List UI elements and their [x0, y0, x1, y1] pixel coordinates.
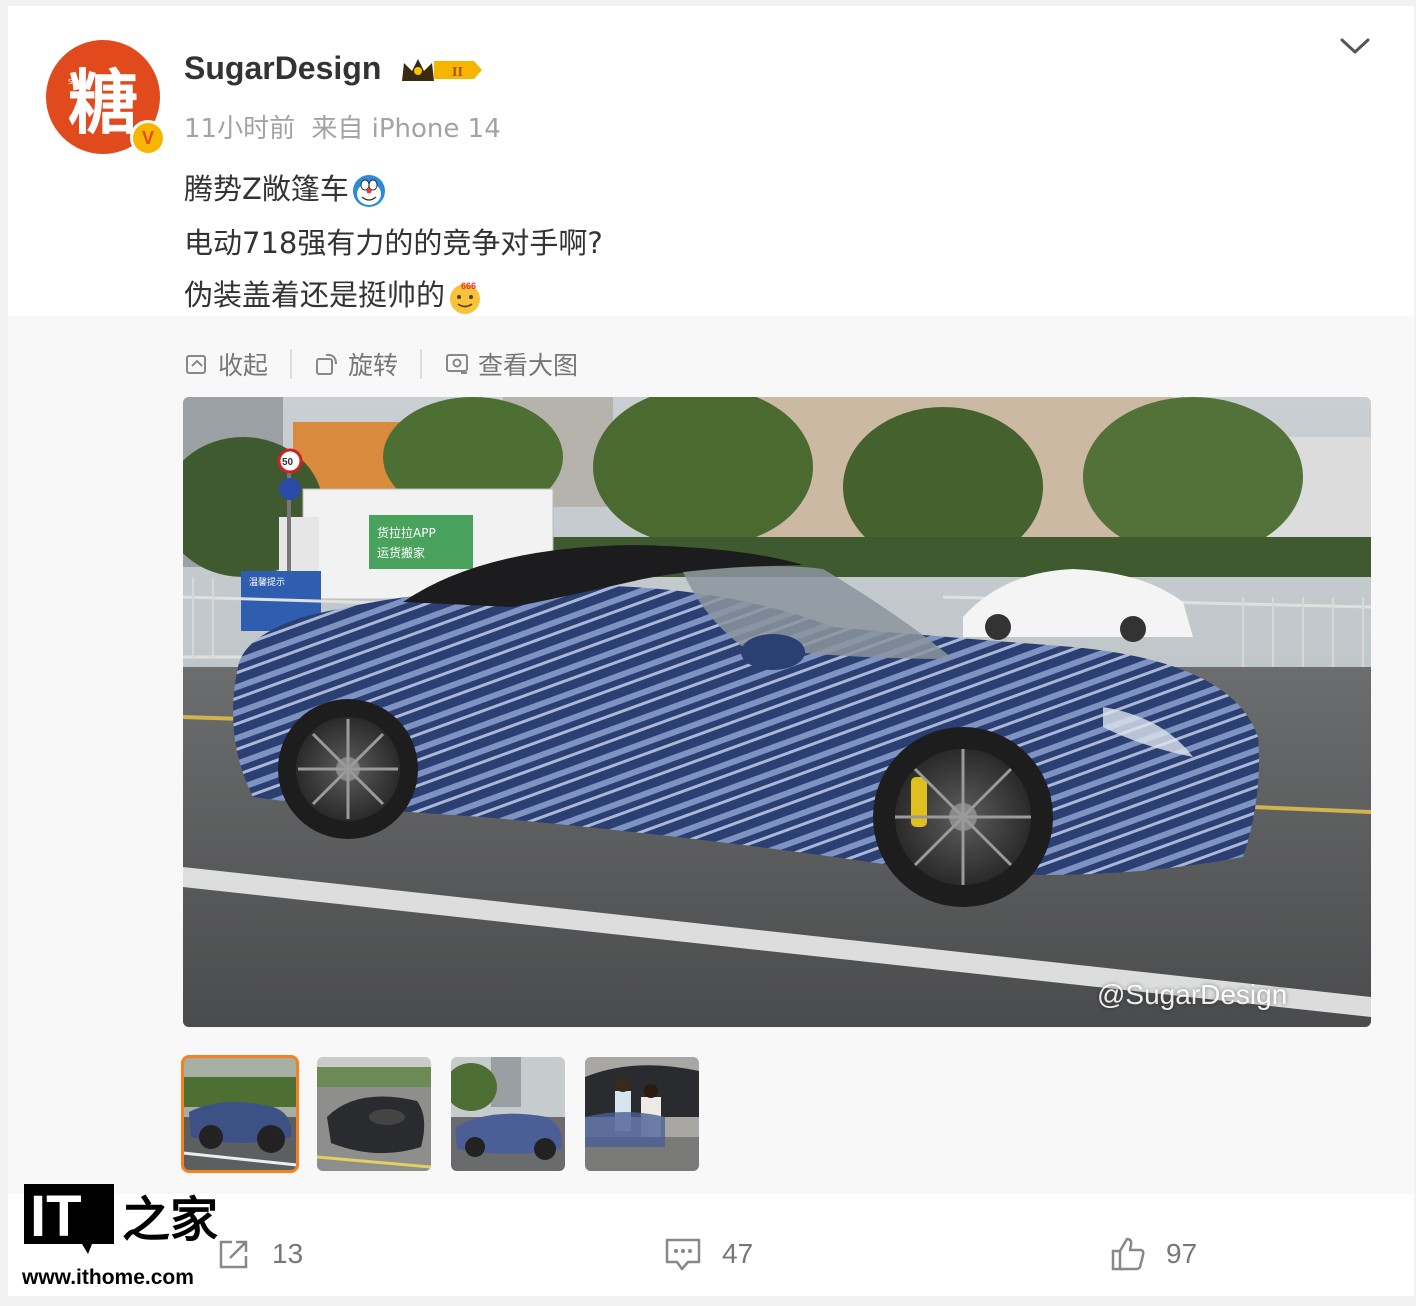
comment-icon — [665, 1238, 701, 1271]
speed-limit-text: 50 — [282, 457, 294, 468]
thumbnail-4-image — [585, 1057, 699, 1171]
post-timestamp[interactable]: 11小时前 — [184, 114, 295, 144]
photo-watermark: @SugarDesign — [1097, 979, 1288, 1010]
collapse-label: 收起 — [218, 351, 269, 380]
rotate-button[interactable]: 旋转 — [314, 346, 398, 382]
logo-url: www.ithome.com — [22, 1266, 194, 1289]
666-emoji-icon: 666 — [450, 281, 481, 314]
avatar-small-text: SUGAR — [68, 78, 93, 86]
thumbnail-1-image — [183, 1057, 297, 1171]
view-large-image-icon — [446, 354, 469, 374]
logo-brand-cn: 之家 — [122, 1192, 218, 1248]
rotate-icon — [316, 353, 338, 375]
collapse-icon — [186, 355, 206, 374]
post-text-line-1: 腾势Z敞篷车 — [184, 166, 387, 209]
like-button[interactable]: 97 — [1110, 1236, 1197, 1272]
rank-badge-text: II — [452, 65, 463, 80]
like-count: 97 — [1166, 1238, 1198, 1269]
thumbnail-2-image — [317, 1057, 431, 1171]
thumbnail-1[interactable] — [181, 1055, 299, 1173]
repost-count: 13 — [272, 1238, 304, 1269]
post-source: 来自 iPhone 14 — [311, 114, 501, 144]
toolbar-divider — [290, 349, 293, 379]
author-name[interactable]: SugarDesign — [184, 50, 381, 87]
verified-badge-icon: V — [130, 120, 166, 156]
ithome-logo: IT 之家 www.ithome.com — [22, 1180, 222, 1290]
thumbs-up-icon — [1111, 1237, 1145, 1271]
rotate-label: 旋转 — [348, 351, 399, 380]
view-large-button[interactable]: 查看大图 — [444, 346, 578, 382]
truck-sign-line-1: 货拉拉APP — [377, 525, 436, 540]
doraemon-emoji-icon — [352, 175, 385, 207]
comment-button[interactable]: 47 — [664, 1236, 753, 1272]
post-text-line-3: 伪装盖着还是挺帅的 666 — [184, 272, 483, 315]
emoji-666-text: 666 — [461, 281, 476, 291]
truck-sign-line-2: 运货搬家 — [377, 545, 425, 560]
crown-rank-badge-icon[interactable]: II — [400, 55, 484, 85]
thumbnail-3[interactable] — [451, 1057, 565, 1171]
toolbar-divider — [420, 349, 423, 379]
thumbnail-2[interactable] — [317, 1057, 431, 1171]
view-large-label: 查看大图 — [478, 351, 579, 380]
comment-count: 47 — [722, 1238, 754, 1269]
ithome-logo-mark: IT 之家 — [24, 1184, 218, 1254]
thumbnail-3-image — [451, 1057, 565, 1171]
repost-button[interactable]: 13 — [216, 1236, 303, 1272]
car-photo-illustration: 货拉拉APP 运货搬家 50 温馨提示 — [183, 397, 1371, 1027]
media-toolbar: 收起 旋转 查看大图 — [184, 346, 578, 382]
post-meta: 11小时前 来自 iPhone 14 — [184, 108, 501, 145]
collapse-button[interactable]: 收起 — [184, 346, 268, 382]
chevron-down-icon[interactable] — [1338, 32, 1372, 58]
main-photo[interactable]: 货拉拉APP 运货搬家 50 温馨提示 @SugarDesign — [183, 397, 1371, 1027]
thumbnail-4[interactable] — [585, 1057, 699, 1171]
info-board-title: 温馨提示 — [249, 576, 285, 588]
post-text-line-2: 电动718强有力的的竞争对手啊? — [184, 226, 603, 260]
logo-brand: IT — [30, 1184, 82, 1249]
